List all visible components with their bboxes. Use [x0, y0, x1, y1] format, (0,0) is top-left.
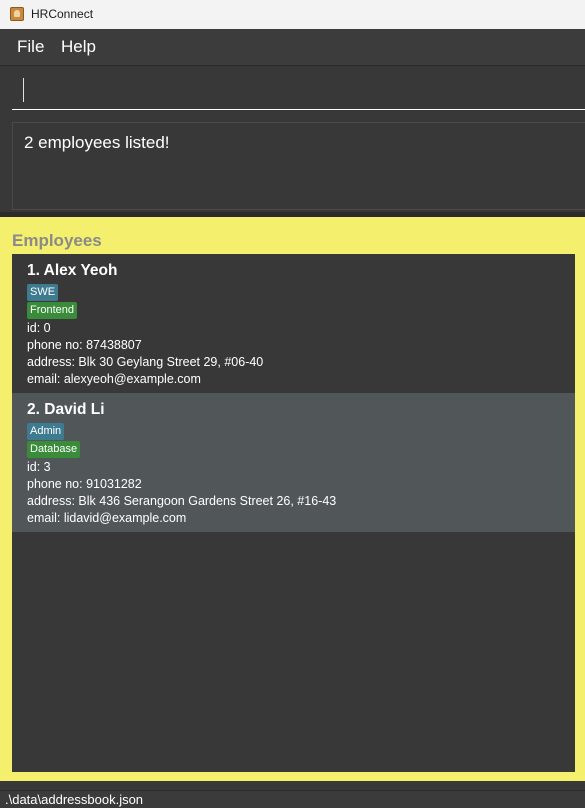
employee-phone: phone no: 91031282	[27, 477, 142, 491]
employee-id: id: 3	[27, 460, 51, 474]
menu-help[interactable]: Help	[61, 37, 96, 57]
employee-phone: phone no: 87438807	[27, 338, 142, 352]
employee-email: email: lidavid@example.com	[27, 511, 187, 525]
result-message: 2 employees listed!	[24, 133, 170, 152]
app-icon	[10, 7, 24, 21]
employee-address: address: Blk 436 Serangoon Gardens Stree…	[27, 494, 337, 508]
menu-file[interactable]: File	[17, 37, 44, 57]
employee-name-line: 1. Alex Yeoh	[27, 262, 117, 280]
role-tag: Admin	[27, 423, 65, 440]
title-bar: HRConnect	[0, 0, 585, 29]
employee-name-line: 2. David Li	[27, 401, 105, 419]
employee-card[interactable]: 1. Alex Yeoh SWE Frontend id: 0 phone no…	[12, 254, 575, 393]
department-tag: Database	[27, 441, 81, 458]
employee-index: 2.	[27, 401, 40, 418]
list-title: Employees	[12, 231, 102, 250]
window-title: HRConnect	[31, 7, 94, 21]
command-input[interactable]	[12, 74, 585, 110]
department-tag: Frontend	[27, 302, 78, 319]
role-tag: SWE	[27, 284, 59, 301]
employee-name: David Li	[44, 401, 105, 418]
employee-list-panel: Employees 1. Alex Yeoh SWE Frontend id: …	[0, 217, 585, 781]
employee-index: 1.	[27, 262, 40, 279]
employee-id: id: 0	[27, 321, 51, 335]
command-box	[0, 65, 585, 117]
employee-name: Alex Yeoh	[43, 262, 118, 279]
data-file-path: .\data\addressbook.json	[5, 792, 144, 807]
employee-email: email: alexyeoh@example.com	[27, 372, 201, 386]
employee-card[interactable]: 2. David Li Admin Database id: 3 phone n…	[12, 393, 575, 532]
employee-list[interactable]: 1. Alex Yeoh SWE Frontend id: 0 phone no…	[12, 254, 575, 772]
employee-address: address: Blk 30 Geylang Street 29, #06-4…	[27, 355, 264, 369]
status-bar: .\data\addressbook.json	[0, 790, 585, 808]
result-display: 2 employees listed!	[12, 122, 585, 210]
menu-bar: File Help	[0, 29, 585, 65]
text-caret	[23, 78, 24, 102]
